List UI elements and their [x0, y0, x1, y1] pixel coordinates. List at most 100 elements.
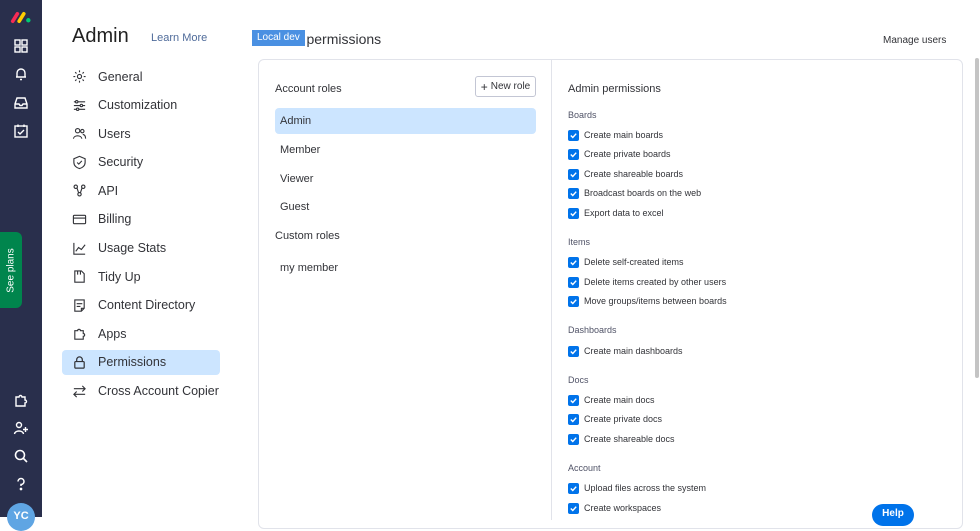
role-label: Admin: [280, 115, 312, 127]
search-icon[interactable]: [9, 444, 33, 468]
nav-item-content-directory[interactable]: Content Directory: [62, 293, 220, 318]
see-plans-button[interactable]: See plans: [0, 232, 22, 308]
permission-upload-files[interactable]: Upload files across the system: [568, 482, 706, 494]
nav-item-users[interactable]: Users: [62, 121, 220, 146]
nav-item-tidy-up[interactable]: Tidy Up: [62, 264, 220, 289]
permission-create-shareable-boards[interactable]: Create shareable boards: [568, 168, 683, 180]
help-button[interactable]: Help: [872, 504, 914, 526]
checkbox[interactable]: [568, 394, 579, 406]
group-label-account: Account: [568, 463, 601, 473]
checkbox[interactable]: [568, 148, 579, 160]
help-icon[interactable]: [9, 472, 33, 496]
permission-move-groups[interactable]: Move groups/items between boards: [568, 295, 727, 307]
permission-label: Export data to excel: [584, 208, 664, 218]
custom-roles-heading: Custom roles: [275, 230, 340, 242]
nav-item-billing[interactable]: Billing: [62, 207, 220, 232]
permission-create-workspaces[interactable]: Create workspaces: [568, 502, 661, 514]
group-label-docs: Docs: [568, 375, 589, 385]
nav-item-apps[interactable]: Apps: [62, 321, 220, 346]
monday-logo-icon[interactable]: [9, 5, 33, 29]
role-item-my-member[interactable]: my member: [275, 255, 536, 281]
avatar[interactable]: YC: [7, 503, 35, 531]
new-role-label: New role: [490, 81, 531, 92]
plus-icon: +: [480, 79, 488, 94]
permission-label: Create private boards: [584, 149, 671, 159]
nav-item-general[interactable]: General: [62, 64, 220, 89]
permission-broadcast-boards[interactable]: Broadcast boards on the web: [568, 187, 701, 199]
nav-label: General: [98, 69, 143, 84]
nav-item-customization[interactable]: Customization: [62, 93, 220, 118]
checkbox[interactable]: [568, 502, 579, 514]
role-item-member[interactable]: Member: [275, 137, 536, 163]
nav-item-usage-stats[interactable]: Usage Stats: [62, 236, 220, 261]
checkbox[interactable]: [568, 168, 579, 180]
users-icon: [72, 126, 88, 142]
checkbox[interactable]: [568, 187, 579, 199]
permission-delete-others-items[interactable]: Delete items created by other users: [568, 276, 726, 288]
scrollbar[interactable]: [975, 58, 979, 378]
left-rail: See plans YC: [0, 0, 42, 531]
checkbox[interactable]: [568, 433, 579, 445]
apps-grid-icon[interactable]: [9, 34, 33, 58]
permission-label: Create private docs: [584, 414, 663, 424]
permission-label: Create main dashboards: [584, 346, 683, 356]
nav-label: Permissions: [98, 355, 167, 370]
admin-nav: General Customization Users Security API…: [62, 64, 220, 407]
role-item-guest[interactable]: Guest: [275, 194, 536, 220]
permission-label: Upload files across the system: [584, 483, 707, 493]
nav-label: Users: [98, 126, 131, 141]
permission-export-data[interactable]: Export data to excel: [568, 207, 664, 219]
permission-create-main-boards[interactable]: Create main boards: [568, 129, 663, 141]
checkbox[interactable]: [568, 207, 579, 219]
permission-label: Create main docs: [584, 395, 655, 405]
api-icon: [72, 183, 88, 199]
nav-item-security[interactable]: Security: [62, 150, 220, 175]
role-item-viewer[interactable]: Viewer: [275, 166, 536, 192]
puzzle-icon[interactable]: [9, 388, 33, 412]
learn-more-link[interactable]: Learn More: [151, 32, 207, 44]
checkbox[interactable]: [568, 413, 579, 425]
nav-label: Security: [98, 155, 144, 170]
permission-label: Create shareable boards: [584, 169, 684, 179]
permission-label: Broadcast boards on the web: [584, 188, 702, 198]
shield-icon: [72, 154, 88, 170]
card-icon: [72, 211, 88, 227]
nav-label: Cross Account Copier: [98, 384, 219, 399]
manage-users-link[interactable]: Manage users: [883, 35, 946, 46]
permission-create-shareable-docs[interactable]: Create shareable docs: [568, 433, 675, 445]
avatar-initials: YC: [13, 510, 29, 522]
divider: [551, 60, 552, 520]
see-plans-label: See plans: [5, 247, 17, 293]
account-roles-heading: Account roles: [275, 83, 342, 95]
inbox-icon[interactable]: [9, 91, 33, 115]
nav-item-permissions[interactable]: Permissions: [62, 349, 220, 375]
permission-create-main-docs[interactable]: Create main docs: [568, 394, 655, 406]
my-work-icon[interactable]: [9, 119, 33, 143]
permission-create-main-dashboards[interactable]: Create main dashboards: [568, 345, 683, 357]
checkbox[interactable]: [568, 276, 579, 288]
role-label: Viewer: [280, 173, 314, 185]
nav-item-api[interactable]: API: [62, 178, 220, 203]
permission-label: Move groups/items between boards: [584, 296, 727, 306]
permission-create-private-boards[interactable]: Create private boards: [568, 148, 671, 160]
arrows-icon: [72, 383, 88, 399]
nav-label: Usage Stats: [98, 241, 167, 256]
checkbox[interactable]: [568, 129, 579, 141]
invite-user-icon[interactable]: [9, 416, 33, 440]
new-role-button[interactable]: + New role: [475, 76, 536, 97]
role-item-admin[interactable]: Admin: [275, 108, 536, 134]
nav-label: Billing: [98, 212, 132, 227]
permission-label: Delete self-created items: [584, 257, 684, 267]
nav-item-cross-account-copier[interactable]: Cross Account Copier: [62, 379, 220, 404]
admin-permissions-heading: Admin permissions: [568, 83, 661, 95]
checkbox[interactable]: [568, 482, 579, 494]
page-title: Admin: [72, 25, 129, 47]
lock-icon: [72, 354, 88, 370]
permission-delete-self-items[interactable]: Delete self-created items: [568, 256, 684, 268]
checkbox[interactable]: [568, 295, 579, 307]
gear-icon: [72, 69, 88, 85]
permission-create-private-docs[interactable]: Create private docs: [568, 413, 662, 425]
checkbox[interactable]: [568, 345, 579, 357]
checkbox[interactable]: [568, 256, 579, 268]
bell-icon[interactable]: [9, 62, 33, 86]
